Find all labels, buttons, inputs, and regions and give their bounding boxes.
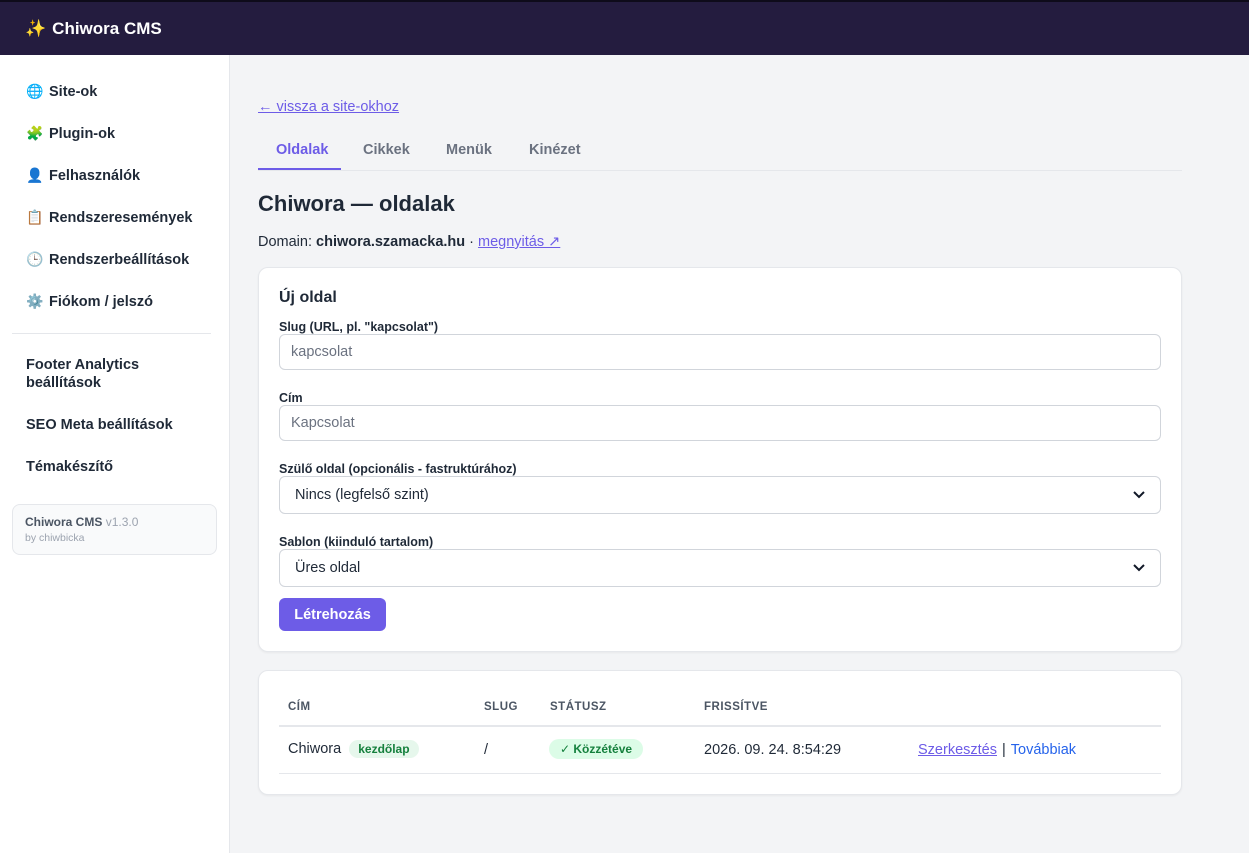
template-select[interactable]: Üres oldal (279, 549, 1161, 587)
sidebar-item-label: Felhasználók (49, 167, 141, 184)
column-header-status: STÁTUSZ (550, 701, 607, 713)
action-separator: | (1001, 742, 1006, 758)
clock-icon: 🕒 (26, 251, 44, 267)
tab-pages[interactable]: Oldalak (276, 142, 328, 158)
row-updated: 2026. 09. 24. 8:54:29 (704, 742, 842, 758)
table-row-divider (279, 773, 1161, 774)
sidebar-item-label: Fiókom / jelszó (49, 293, 153, 310)
version-box: Chiwora CMS v1.3.0 by chiwbicka (12, 504, 217, 555)
sidebar-item-sites[interactable]: 🌐 Site-ok (26, 83, 97, 100)
top-bar: ✨ Chiwora CMS (0, 0, 1249, 55)
globe-icon: 🌐 (26, 83, 44, 99)
sidebar-item-users[interactable]: 👤 Felhasználók (26, 167, 140, 184)
row-actions: Szerkesztés | Továbbiak (918, 742, 1076, 758)
new-page-card: Új oldal Slug (URL, pl. "kapcsolat") Cím… (258, 267, 1182, 652)
app-title: Chiwora CMS (52, 18, 162, 38)
homepage-badge: kezdőlap (349, 740, 419, 758)
domain-label: Domain: (258, 234, 312, 250)
open-site-link[interactable]: megnyitás ↗ (478, 234, 560, 250)
puzzle-icon: 🧩 (26, 125, 44, 141)
domain-value: chiwora.szamacka.hu (316, 234, 466, 250)
domain-line: Domain: chiwora.szamacka.hu · megnyitás … (258, 234, 560, 250)
version-number: v1.3.0 (105, 515, 139, 529)
sidebar-item-theme-builder[interactable]: Témakészítő (26, 458, 206, 476)
page-title: Chiwora — oldalak (258, 191, 455, 216)
parent-page-value: Nincs (legfelső szint) (295, 487, 429, 503)
version-author: by chiwbicka (25, 532, 85, 544)
back-to-sites-link[interactable]: ← vissza a site-okhoz (258, 99, 399, 115)
tab-menus[interactable]: Menük (446, 142, 492, 158)
sidebar-item-seo-meta[interactable]: SEO Meta beállítások (26, 416, 206, 434)
status-badge: ✓ Közzétéve (549, 739, 644, 759)
domain-separator: · (469, 234, 474, 250)
sidebar: 🌐 Site-ok 🧩 Plugin-ok 👤 Felhasználók 📋 R… (0, 55, 230, 853)
sidebar-item-account[interactable]: ⚙️ Fiókom / jelszó (26, 293, 153, 310)
chevron-down-icon (1133, 561, 1145, 575)
chevron-down-icon (1133, 488, 1145, 502)
pages-table-card: CÍM SLUG STÁTUSZ FRISSÍTVE Chiwora kezdő… (258, 670, 1182, 795)
parent-page-label: Szülő oldal (opcionális - fastruktúrához… (279, 462, 517, 476)
tab-appearance[interactable]: Kinézet (529, 142, 581, 158)
column-header-slug: SLUG (484, 701, 518, 713)
edit-link[interactable]: Szerkesztés (918, 742, 997, 758)
sidebar-item-plugins[interactable]: 🧩 Plugin-ok (26, 125, 115, 142)
new-page-title: Új oldal (279, 289, 337, 306)
active-tab-indicator (258, 168, 341, 170)
row-slug: / (484, 742, 489, 758)
version-app-name: Chiwora CMS (25, 515, 103, 529)
more-link[interactable]: Továbbiak (1011, 742, 1076, 758)
slug-label: Slug (URL, pl. "kapcsolat") (279, 320, 439, 334)
slug-input[interactable] (279, 334, 1161, 370)
table-header-divider (279, 725, 1161, 727)
column-header-title: CÍM (288, 701, 311, 713)
template-value: Üres oldal (295, 560, 361, 576)
title-input[interactable] (279, 405, 1161, 441)
sidebar-item-footer-analytics[interactable]: Footer Analytics beállítások (26, 356, 206, 392)
sidebar-item-label: Rendszeresemények (49, 209, 193, 226)
tab-bar: Oldalak Cikkek Menük Kinézet (258, 131, 1182, 171)
gear-icon: ⚙️ (26, 293, 44, 309)
sparkles-icon: ✨ (25, 18, 47, 38)
create-button[interactable]: Létrehozás (279, 598, 386, 631)
row-title: Chiwora (288, 741, 342, 757)
title-label: Cím (279, 391, 303, 405)
app-brand[interactable]: ✨ Chiwora CMS (25, 19, 162, 39)
sidebar-divider (12, 333, 211, 334)
user-icon: 👤 (26, 167, 44, 183)
clipboard-icon: 📋 (26, 209, 44, 225)
sidebar-item-label: Rendszerbeállítások (49, 251, 190, 268)
parent-page-select[interactable]: Nincs (legfelső szint) (279, 476, 1161, 514)
sidebar-item-label: Site-ok (49, 83, 98, 100)
sidebar-item-system-events[interactable]: 📋 Rendszeresemények (26, 209, 192, 226)
tab-articles[interactable]: Cikkek (363, 142, 410, 158)
column-header-updated: FRISSÍTVE (704, 701, 768, 713)
template-label: Sablon (kiinduló tartalom) (279, 535, 434, 549)
sidebar-item-system-settings[interactable]: 🕒 Rendszerbeállítások (26, 251, 189, 268)
sidebar-item-label: Plugin-ok (49, 125, 116, 142)
